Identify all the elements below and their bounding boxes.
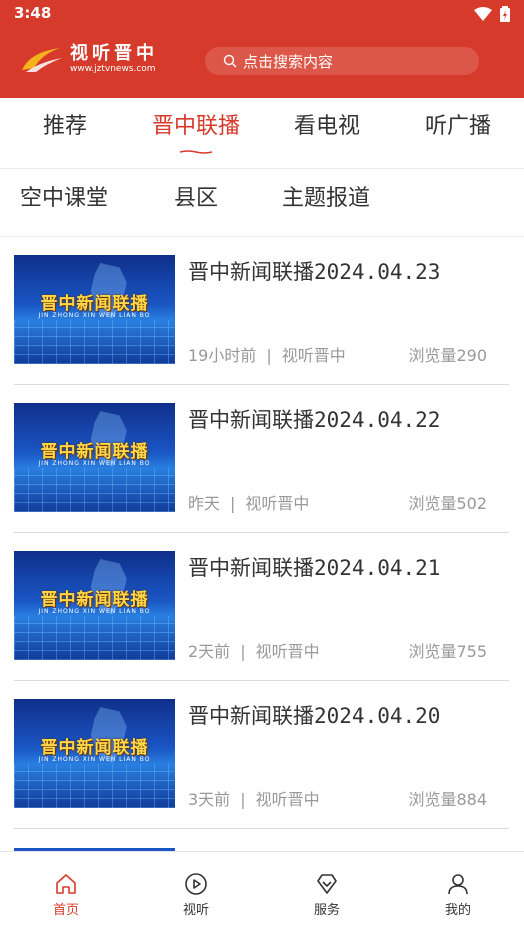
meta-separator: | <box>230 494 236 513</box>
status-time: 3:48 <box>14 4 52 22</box>
news-time: 2天前 <box>188 642 231 661</box>
subtab-air-classroom[interactable]: 空中课堂 <box>20 168 108 236</box>
news-meta: 昨天 | 视听晋中 <box>188 490 309 514</box>
secondary-tabs: 空中课堂 县区 主题报道 <box>0 168 524 237</box>
news-source: 视听晋中 <box>245 494 310 513</box>
logo-swoosh-icon <box>22 48 62 72</box>
thumbnail-subtitle: JIN ZHONG XIN WEN LIAN BO <box>38 460 151 467</box>
news-thumbnail: 晋中新闻联播 JIN ZHONG XIN WEN LIAN BO <box>14 403 175 512</box>
thumbnail-title: 晋中新闻联播 <box>40 442 149 462</box>
nav-services[interactable]: 服务 <box>277 852 377 933</box>
thumbnail-title: 晋中新闻联播 <box>40 294 149 314</box>
news-thumbnail: 晋中新闻联播 JIN ZHONG XIN WEN LIAN BO <box>14 551 175 660</box>
news-time: 3天前 <box>188 790 231 809</box>
app-logo: 视听晋中 www.jztvnews.com <box>20 44 158 74</box>
logo-name: 视听晋中 <box>70 43 158 64</box>
tab-label: 推荐 <box>42 114 87 139</box>
meta-separator: | <box>240 642 246 661</box>
news-item[interactable]: 晋中新闻联播 JIN ZHONG XIN WEN LIAN BO 晋中新闻联播2… <box>14 680 509 829</box>
tab-watch-tv[interactable]: 看电视 <box>287 98 367 168</box>
thumbnail-grid-graphic <box>14 764 175 808</box>
news-item[interactable]: 晋中新闻联播 JIN ZHONG XIN WEN LIAN BO 晋中新闻联播2… <box>14 532 509 681</box>
subtab-label: 主题报道 <box>282 186 371 211</box>
diamond-icon <box>317 874 337 894</box>
news-views: 浏览量290 <box>408 346 487 365</box>
wifi-icon <box>474 7 492 21</box>
user-icon <box>448 874 468 895</box>
news-time: 19小时前 <box>188 346 257 365</box>
play-icon <box>185 873 207 895</box>
search-input[interactable]: 点击搜索内容 <box>205 47 479 75</box>
thumbnail-subtitle: JIN ZHONG XIN WEN LIAN BO <box>38 312 151 319</box>
home-icon <box>56 874 76 894</box>
tab-label: 看电视 <box>293 114 360 139</box>
news-item[interactable]: 晋中新闻联播 JIN ZHONG XIN WEN LIAN BO 晋中新闻联播2… <box>14 384 509 533</box>
nav-mine[interactable]: 我的 <box>408 852 508 933</box>
status-icons <box>474 6 510 22</box>
thumbnail-grid-graphic <box>14 616 175 660</box>
news-meta: 19小时前 | 视听晋中 <box>188 342 346 366</box>
news-thumbnail: 晋中新闻联播 JIN ZHONG XIN WEN LIAN BO <box>14 255 175 364</box>
news-title: 晋中新闻联播2024.04.21 <box>188 556 441 580</box>
primary-tabs: 推荐 晋中联播 看电视 听广播 <box>0 98 524 169</box>
nav-label: 首页 <box>52 903 79 918</box>
thumbnail-grid-graphic <box>14 320 175 364</box>
news-source: 视听晋中 <box>281 346 346 365</box>
logo-url: www.jztvnews.com <box>70 64 156 74</box>
subtab-county[interactable]: 县区 <box>174 168 218 236</box>
news-title: 晋中新闻联播2024.04.23 <box>188 260 441 284</box>
news-meta: 3天前 | 视听晋中 <box>188 786 320 810</box>
news-time: 昨天 <box>188 494 221 513</box>
news-title: 晋中新闻联播2024.04.20 <box>188 704 441 728</box>
search-placeholder: 点击搜索内容 <box>243 52 334 71</box>
subtab-label: 县区 <box>174 186 219 211</box>
nav-label: 我的 <box>444 903 471 918</box>
tab-label: 听广播 <box>424 114 491 139</box>
tab-recommend[interactable]: 推荐 <box>30 98 100 168</box>
thumbnail-subtitle: JIN ZHONG XIN WEN LIAN BO <box>38 608 151 615</box>
news-source: 视听晋中 <box>255 790 320 809</box>
subtab-topic-reports[interactable]: 主题报道 <box>282 168 370 236</box>
tab-active-indicator <box>180 150 212 154</box>
thumbnail-title: 晋中新闻联播 <box>40 590 149 610</box>
app-header: 3:48 视听晋中 www.jztvnews.com 点击搜索内容 <box>0 0 524 98</box>
nav-home[interactable]: 首页 <box>16 852 116 933</box>
bottom-nav: 首页 视听 服务 我的 <box>0 851 524 933</box>
tab-label: 晋中联播 <box>151 114 240 139</box>
meta-separator: | <box>240 790 246 809</box>
nav-label: 服务 <box>313 903 340 918</box>
nav-label: 视听 <box>182 903 209 918</box>
meta-separator: | <box>266 346 272 365</box>
thumbnail-grid-graphic <box>14 468 175 512</box>
search-icon <box>223 54 237 68</box>
news-title: 晋中新闻联播2024.04.22 <box>188 408 441 432</box>
battery-icon <box>500 6 510 22</box>
news-source: 视听晋中 <box>255 642 320 661</box>
thumbnail-title: 晋中新闻联播 <box>40 738 149 758</box>
news-item[interactable]: 晋中新闻联播 JIN ZHONG XIN WEN LIAN BO 晋中新闻联播2… <box>14 236 509 385</box>
news-thumbnail: 晋中新闻联播 JIN ZHONG XIN WEN LIAN BO <box>14 699 175 808</box>
news-meta: 2天前 | 视听晋中 <box>188 638 320 662</box>
thumbnail-subtitle: JIN ZHONG XIN WEN LIAN BO <box>38 756 151 763</box>
subtab-label: 空中课堂 <box>20 186 109 211</box>
news-views: 浏览量755 <box>408 642 487 661</box>
tab-listen-radio[interactable]: 听广播 <box>418 98 498 168</box>
news-views: 浏览量884 <box>408 790 487 809</box>
nav-audiovisual[interactable]: 视听 <box>146 852 246 933</box>
news-views: 浏览量502 <box>408 494 487 513</box>
tab-jinzhong-broadcast[interactable]: 晋中联播 <box>146 98 246 168</box>
